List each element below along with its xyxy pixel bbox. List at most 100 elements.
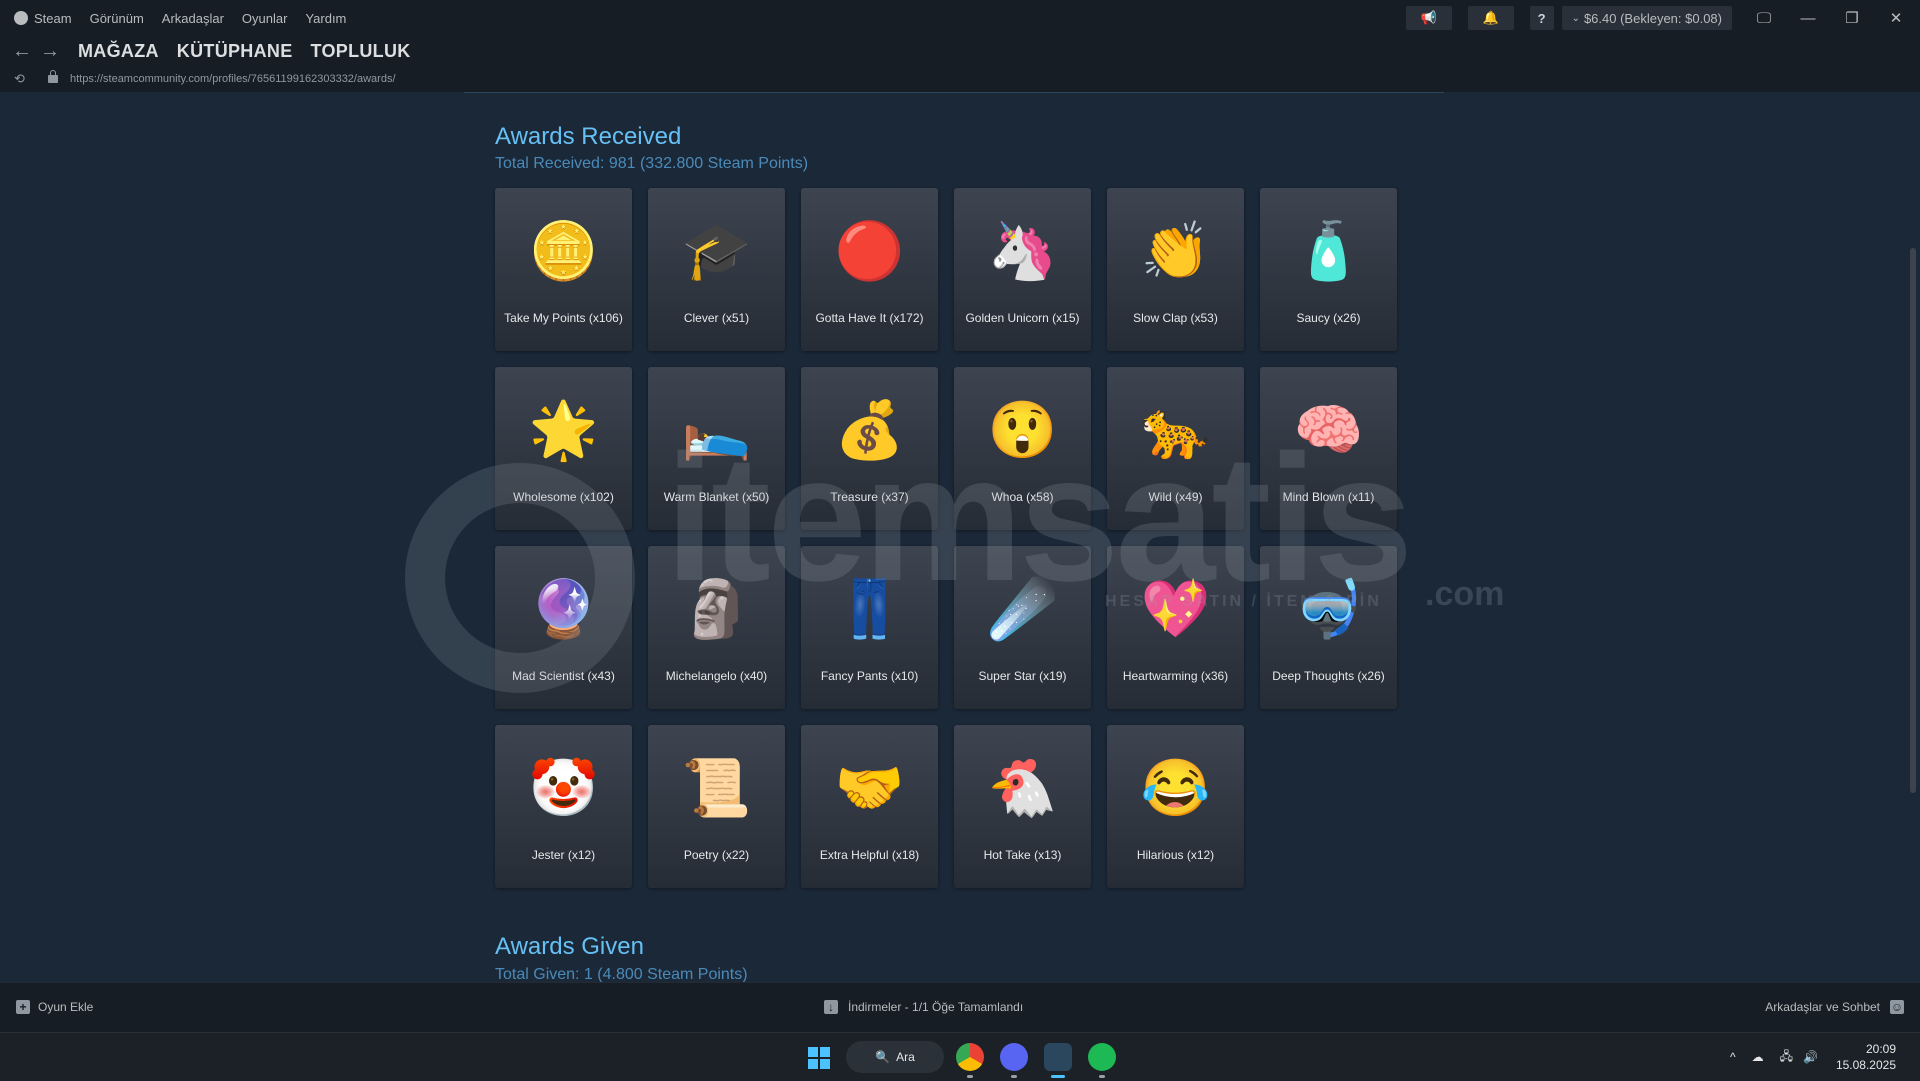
award-card[interactable]: 🔴 Gotta Have It (x172)	[801, 188, 938, 351]
restore-icon: ❐	[1845, 10, 1859, 27]
back-arrow-icon[interactable]: ←	[10, 40, 34, 63]
minimize-icon: —	[1800, 9, 1816, 27]
laughing-face-icon: 😂	[1140, 756, 1211, 819]
page-scrollbar[interactable]	[1910, 248, 1916, 793]
spotify-icon[interactable]	[1088, 1043, 1116, 1071]
nav-library[interactable]: KÜTÜPHANE	[177, 41, 293, 62]
menu-games[interactable]: Oyunlar	[242, 11, 288, 26]
unicorn-icon: 🦄	[987, 219, 1058, 282]
menu-help[interactable]: Yardım	[305, 11, 346, 26]
nav-community[interactable]: TOPLULUK	[311, 41, 411, 62]
award-card[interactable]: 🤝 Extra Helpful (x18)	[801, 725, 938, 888]
award-card[interactable]: 👖 Fancy Pants (x10)	[801, 546, 938, 709]
button-press-icon: 🔴	[834, 219, 905, 282]
clock-time: 20:09	[1865, 1042, 1896, 1056]
add-game-label: Oyun Ekle	[38, 1000, 94, 1014]
big-picture-button[interactable]: 🖵	[1746, 6, 1782, 30]
award-card[interactable]: 🗿 Michelangelo (x40)	[648, 546, 785, 709]
menu-steam[interactable]: Steam	[14, 10, 72, 26]
fire-chicken-icon: 🐔	[987, 756, 1058, 819]
title-bar: Steam Görünüm Arkadaşlar Oyunlar Yardım …	[0, 0, 1920, 36]
windows-start-icon[interactable]	[808, 1047, 830, 1069]
download-icon: ↓	[824, 1000, 838, 1014]
pants-icon: 👖	[834, 577, 905, 640]
awards-received-title: Awards Received	[495, 123, 682, 150]
close-button[interactable]: ✕	[1878, 6, 1914, 30]
award-card[interactable]: 💖 Heartwarming (x36)	[1107, 546, 1244, 709]
award-card[interactable]: 🤿 Deep Thoughts (x26)	[1260, 546, 1397, 709]
minimize-button[interactable]: —	[1790, 6, 1826, 30]
friends-chat-label: Arkadaşlar ve Sohbet	[1765, 1000, 1880, 1014]
award-card[interactable]: ☄️ Super Star (x19)	[954, 546, 1091, 709]
taskbar-search[interactable]: 🔍 Ara	[846, 1041, 944, 1073]
downloads-status[interactable]: ↓ İndirmeler - 1/1 Öğe Tamamlandı	[824, 1000, 1023, 1014]
graduation-hotdog-icon: 🎓	[681, 219, 752, 282]
award-card[interactable]: 🛌 Warm Blanket (x50)	[648, 367, 785, 530]
nav-store[interactable]: MAĞAZA	[78, 41, 159, 62]
url-text[interactable]: https://steamcommunity.com/profiles/7656…	[70, 73, 396, 85]
clown-face-icon: 🤡	[528, 756, 599, 819]
award-label: Warm Blanket (x50)	[663, 490, 770, 504]
friends-chat-button[interactable]: Arkadaşlar ve Sohbet ☺	[1765, 1000, 1904, 1014]
discord-icon[interactable]	[1000, 1043, 1028, 1071]
wallet-balance[interactable]: ⌄ $6.40 (Bekleyen: $0.08)	[1561, 6, 1732, 30]
award-card[interactable]: 💰 Treasure (x37)	[801, 367, 938, 530]
award-card[interactable]: 🎓 Clever (x51)	[648, 188, 785, 351]
notifications-button[interactable]: 🔔	[1467, 6, 1514, 30]
heart-icon: 💖	[1140, 577, 1211, 640]
award-label: Clever (x51)	[683, 311, 750, 325]
chevron-down-icon: ⌄	[1571, 12, 1580, 24]
treasure-chest-icon: 💰	[834, 398, 905, 461]
awards-received-total: Total Received: 981 (332.800 Steam Point…	[495, 155, 809, 172]
maximize-button[interactable]: ❐	[1834, 6, 1870, 30]
add-game-button[interactable]: + Oyun Ekle	[16, 1000, 93, 1014]
whoa-face-icon: 😲	[987, 398, 1058, 461]
award-card[interactable]: 👏 Slow Clap (x53)	[1107, 188, 1244, 351]
chrome-running-indicator	[967, 1075, 973, 1078]
bell-icon: 🔔	[1482, 10, 1499, 25]
award-card[interactable]: 🐔 Hot Take (x13)	[954, 725, 1091, 888]
award-card[interactable]: 🔮 Mad Scientist (x43)	[495, 546, 632, 709]
menu-friends[interactable]: Arkadaşlar	[162, 11, 224, 26]
award-label: Heartwarming (x36)	[1122, 669, 1229, 683]
award-label: Mad Scientist (x43)	[512, 669, 615, 683]
steam-taskbar-icon[interactable]	[1044, 1043, 1072, 1071]
cloud-icon[interactable]: ☁	[1752, 1050, 1764, 1064]
award-card[interactable]: 🌟 Wholesome (x102)	[495, 367, 632, 530]
titlebar-controls: 📢 🔔 ? ⌄ $6.40 (Bekleyen: $0.08) 🖵 — ❐ ✕	[1405, 0, 1920, 36]
award-card[interactable]: 🧠 Mind Blown (x11)	[1260, 367, 1397, 530]
blanket-icon: 🛌	[681, 398, 752, 461]
winged-coin-icon: 🪙	[528, 219, 599, 282]
menu-view[interactable]: Görünüm	[90, 11, 144, 26]
reload-icon[interactable]: ⟲	[14, 71, 34, 87]
lock-icon	[48, 70, 58, 83]
award-card[interactable]: 🐆 Wild (x49)	[1107, 367, 1244, 530]
forward-arrow-icon[interactable]: →	[38, 40, 62, 63]
announcements-button[interactable]: 📢	[1405, 6, 1452, 30]
volume-icon[interactable]: 🔊	[1803, 1050, 1818, 1064]
award-label: Super Star (x19)	[978, 669, 1067, 683]
award-card[interactable]: 📜 Poetry (x22)	[648, 725, 785, 888]
help-button[interactable]: ?	[1529, 6, 1554, 30]
award-card[interactable]: 🦄 Golden Unicorn (x15)	[954, 188, 1091, 351]
search-icon: 🔍	[875, 1050, 891, 1064]
discord-running-indicator	[1011, 1075, 1017, 1078]
chrome-icon[interactable]	[956, 1043, 984, 1071]
plasma-globe-icon: 🔮	[528, 577, 599, 640]
chevron-up-icon[interactable]: ^	[1730, 1050, 1736, 1064]
award-card[interactable]: 😂 Hilarious (x12)	[1107, 725, 1244, 888]
network-icon[interactable]: 🖧	[1780, 1047, 1793, 1068]
award-card[interactable]: 🪙 Take My Points (x106)	[495, 188, 632, 351]
main-menu: Steam Görünüm Arkadaşlar Oyunlar Yardım	[14, 10, 346, 26]
url-bar: ⟲ https://steamcommunity.com/profiles/76…	[0, 66, 1920, 92]
bust-statue-icon: 🗿	[681, 577, 752, 640]
award-card[interactable]: 😲 Whoa (x58)	[954, 367, 1091, 530]
downloads-label: İndirmeler - 1/1 Öğe Tamamlandı	[848, 1000, 1024, 1014]
award-card[interactable]: 🤡 Jester (x12)	[495, 725, 632, 888]
steam-logo-icon	[14, 10, 28, 25]
sauce-bottle-icon: 🧴	[1293, 219, 1364, 282]
awards-given-total: Total Given: 1 (4.800 Steam Points)	[495, 966, 748, 982]
clock[interactable]: 20:09 15.08.2025	[1836, 1041, 1896, 1073]
award-label: Extra Helpful (x18)	[819, 848, 920, 862]
award-card[interactable]: 🧴 Saucy (x26)	[1260, 188, 1397, 351]
